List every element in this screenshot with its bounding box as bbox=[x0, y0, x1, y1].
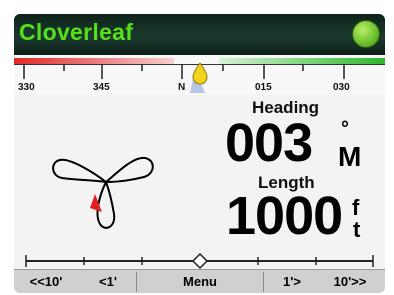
heading-unit: M bbox=[338, 141, 362, 172]
cloverleaf-pattern-graphic bbox=[52, 156, 154, 229]
compass-label-north: N bbox=[178, 82, 186, 93]
status-indicator-icon bbox=[352, 20, 380, 48]
compass-tape-graphic bbox=[14, 58, 385, 93]
button-divider bbox=[263, 272, 264, 292]
compass-label-345: 345 bbox=[93, 82, 110, 93]
decrease-1-button[interactable]: <1' bbox=[82, 270, 134, 293]
length-value: 1000 bbox=[226, 186, 343, 246]
compass-label-330: 330 bbox=[18, 82, 35, 93]
heading-marker-icon bbox=[192, 62, 208, 85]
button-divider bbox=[136, 272, 137, 292]
page-title: Cloverleaf bbox=[19, 19, 134, 45]
decrease-10-button[interactable]: <<10' bbox=[16, 270, 76, 293]
increase-1-button[interactable]: 1'> bbox=[266, 270, 318, 293]
title-bar: Cloverleaf bbox=[14, 14, 385, 55]
length-slider[interactable] bbox=[24, 252, 375, 270]
softkey-bar: <<10' <1' Menu 1'> 10'>> bbox=[14, 269, 385, 293]
compass-label-015: 015 bbox=[255, 82, 272, 93]
compass-heading-tape: 330 345 N 015 030 bbox=[14, 55, 385, 95]
heading-value: 003 bbox=[225, 113, 313, 173]
compass-label-030: 030 bbox=[333, 82, 350, 93]
slider-thumb-icon[interactable] bbox=[191, 252, 209, 270]
degree-symbol: ° bbox=[341, 118, 349, 140]
increase-10-button[interactable]: 10'>> bbox=[318, 270, 382, 293]
menu-button[interactable]: Menu bbox=[138, 270, 262, 293]
device-screen: Cloverleaf 330 345 N 015 030 Heading 003… bbox=[14, 14, 385, 293]
length-unit-bottom: t bbox=[353, 217, 361, 242]
